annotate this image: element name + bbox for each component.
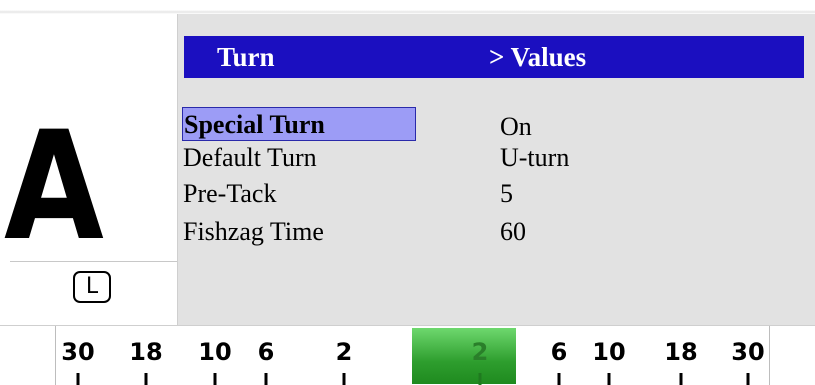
scale-right-border xyxy=(769,326,770,385)
menu-item-fishzag-time[interactable]: Fishzag Time 60 xyxy=(182,215,802,249)
menu-header: Turn > Values xyxy=(184,36,804,78)
screen: A L Turn > Values Special Turn On Defaul… xyxy=(0,0,815,385)
scale-tick-mark xyxy=(213,373,217,385)
left-divider xyxy=(10,261,177,262)
scale-tick-label: 6 xyxy=(550,338,568,366)
menu-item-value: U-turn xyxy=(500,143,570,172)
left-status-panel: A L xyxy=(0,14,177,324)
menu-item-value: 5 xyxy=(500,179,513,208)
scale-tick-mark xyxy=(746,373,750,385)
top-border xyxy=(0,0,815,14)
scale-tick-mark xyxy=(557,373,561,385)
scale-left-border xyxy=(55,326,56,385)
side-badge: L xyxy=(73,271,111,303)
scale-tick-label: 10 xyxy=(198,338,232,366)
scale-tick-label: 10 xyxy=(592,338,626,366)
mode-letter: A xyxy=(4,100,104,274)
scale-tick-label: 6 xyxy=(257,338,275,366)
scale-tick-mark xyxy=(76,373,80,385)
menu-item-default-turn[interactable]: Default Turn U-turn xyxy=(182,141,802,175)
scale-tick-label: 30 xyxy=(61,338,95,366)
menu-item-label: Default Turn xyxy=(183,143,317,172)
scale-tick-label: 2 xyxy=(471,338,489,366)
scale-tick-label: 18 xyxy=(664,338,698,366)
scale-center-indicator xyxy=(412,328,516,384)
menu-item-value: On xyxy=(500,112,532,141)
scale-tick-mark xyxy=(264,373,268,385)
menu-title: Turn xyxy=(217,42,275,72)
menu-item-special-turn[interactable]: Special Turn On xyxy=(182,107,802,144)
scale-tick-label: 30 xyxy=(731,338,765,366)
scale-tick-label: 18 xyxy=(129,338,163,366)
menu-item-label: Special Turn xyxy=(182,107,416,141)
menu-panel: Turn > Values Special Turn On Default Tu… xyxy=(177,14,815,325)
menu-item-value: 60 xyxy=(500,217,526,246)
scale-tick-mark xyxy=(679,373,683,385)
rudder-scale: 30 18 10 6 2 2 6 10 18 30 xyxy=(0,325,815,385)
menu-item-label: Fishzag Time xyxy=(183,217,324,246)
scale-tick-mark xyxy=(607,373,611,385)
scale-tick-mark xyxy=(478,373,482,385)
menu-breadcrumb: > Values xyxy=(489,42,587,72)
menu-item-label: Pre-Tack xyxy=(183,179,277,208)
scale-tick-mark xyxy=(342,373,346,385)
scale-tick-label: 2 xyxy=(335,338,353,366)
menu-item-pre-tack[interactable]: Pre-Tack 5 xyxy=(182,177,802,211)
scale-tick-mark xyxy=(144,373,148,385)
